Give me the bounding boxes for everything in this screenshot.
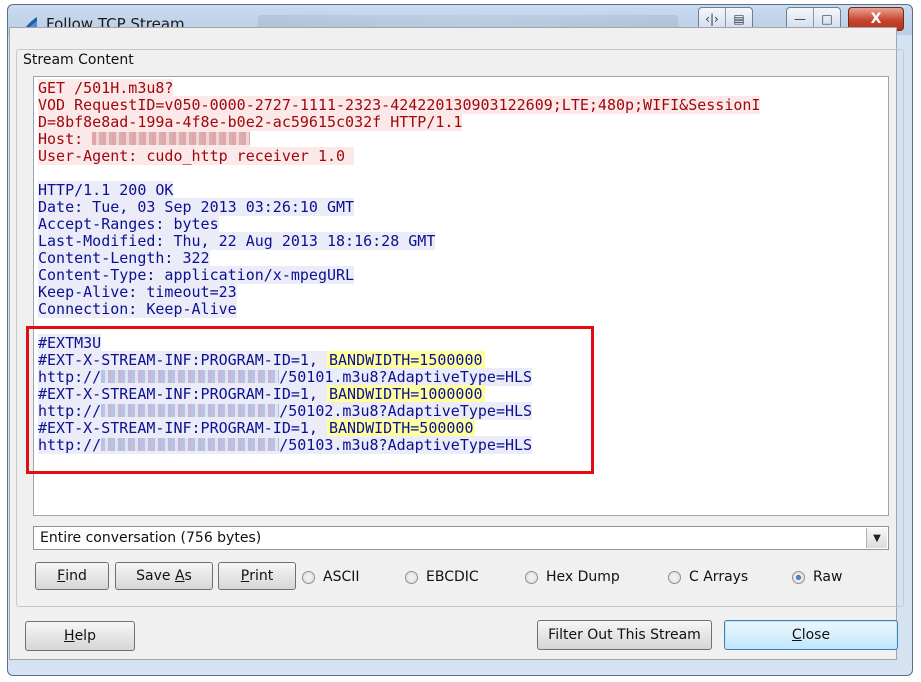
- dropdown-arrow-icon[interactable]: ▼: [866, 528, 887, 548]
- request-line: D=8bf8e8ad-199a-4f8e-b0e2-ac59615c032f H…: [38, 113, 888, 131]
- radio-ascii-dot[interactable]: [302, 570, 315, 584]
- response-header-text: Connection: Keep-Alive: [38, 300, 237, 318]
- response-header-line: Content-Length: 322: [38, 249, 888, 267]
- response-header-text: Content-Length: 322: [38, 249, 210, 267]
- request-line: Host:: [38, 130, 888, 148]
- request-segment: VOD_RequestID=v050-0000-2727-1111-2323-4…: [38, 96, 761, 114]
- request-line: VOD_RequestID=v050-0000-2727-1111-2323-4…: [38, 96, 888, 114]
- close-icon: X: [870, 11, 882, 27]
- stream-content-label: Stream Content: [20, 52, 137, 68]
- request-segment: Host:: [38, 130, 251, 148]
- request-text: VOD_RequestID=v050-0000-2727-1111-2323-4…: [38, 96, 761, 114]
- request-text: GET /501H.m3u8?: [38, 79, 174, 97]
- radio-ebcdic-dot[interactable]: [405, 570, 418, 584]
- response-header-text: Last-Modified: Thu, 22 Aug 2013 18:16:28…: [38, 232, 436, 250]
- redacted-host: [92, 132, 251, 145]
- radio-ebcdic[interactable]: EBCDIC: [405, 568, 479, 586]
- radio-hex-dump[interactable]: Hex Dump: [525, 568, 620, 586]
- radio-raw-dot[interactable]: [792, 570, 805, 584]
- response-header-line: Content-Type: application/x-mpegURL: [38, 266, 888, 284]
- response-header-line: Last-Modified: Thu, 22 Aug 2013 18:16:28…: [38, 232, 888, 250]
- radio-hex-dump-dot[interactable]: [525, 570, 538, 584]
- conversation-select[interactable]: Entire conversation (756 bytes) ▼: [33, 526, 889, 550]
- conversation-select-value: Entire conversation (756 bytes): [40, 530, 262, 546]
- request-text: Host:: [38, 130, 93, 148]
- request-text: D=8bf8e8ad-199a-4f8e-b0e2-ac59615c032f H…: [38, 113, 463, 131]
- response-header-line: Keep-Alive: timeout=23: [38, 283, 888, 301]
- radio-ascii[interactable]: ASCII: [302, 568, 360, 586]
- filter-out-stream-button[interactable]: Filter Out This Stream: [537, 620, 712, 650]
- request-line: GET /501H.m3u8?: [38, 79, 888, 97]
- request-line: User-Agent: cudo_http receiver 1.0: [38, 147, 888, 165]
- radio-c-arrays[interactable]: C Arrays: [668, 568, 748, 586]
- print-button[interactable]: Print: [218, 562, 296, 590]
- radio-c-arrays-dot[interactable]: [668, 570, 681, 584]
- response-header-line: Connection: Keep-Alive: [38, 300, 888, 318]
- request-segment: User-Agent: cudo_http receiver 1.0: [38, 147, 355, 165]
- response-header-line: Accept-Ranges: bytes: [38, 215, 888, 233]
- find-button[interactable]: Find: [35, 562, 109, 590]
- request-segment: D=8bf8e8ad-199a-4f8e-b0e2-ac59615c032f H…: [38, 113, 463, 131]
- close-button[interactable]: Close: [724, 620, 898, 650]
- response-header-text: Accept-Ranges: bytes: [38, 215, 219, 233]
- annotation-highlight-box: [26, 326, 594, 474]
- radio-raw[interactable]: Raw: [792, 568, 842, 586]
- response-header-text: HTTP/1.1 200 OK: [38, 181, 174, 199]
- response-header-text: Keep-Alive: timeout=23: [38, 283, 237, 301]
- request-text: User-Agent: cudo_http receiver 1.0: [38, 147, 355, 165]
- response-header-text: Date: Tue, 03 Sep 2013 03:26:10 GMT: [38, 198, 355, 216]
- save-as-button[interactable]: Save As: [115, 562, 213, 590]
- request-segment: GET /501H.m3u8?: [38, 79, 174, 97]
- help-button[interactable]: Help: [25, 621, 135, 651]
- response-header-line: HTTP/1.1 200 OK: [38, 181, 888, 199]
- response-header-line: Date: Tue, 03 Sep 2013 03:26:10 GMT: [38, 198, 888, 216]
- response-header-text: Content-Type: application/x-mpegURL: [38, 266, 355, 284]
